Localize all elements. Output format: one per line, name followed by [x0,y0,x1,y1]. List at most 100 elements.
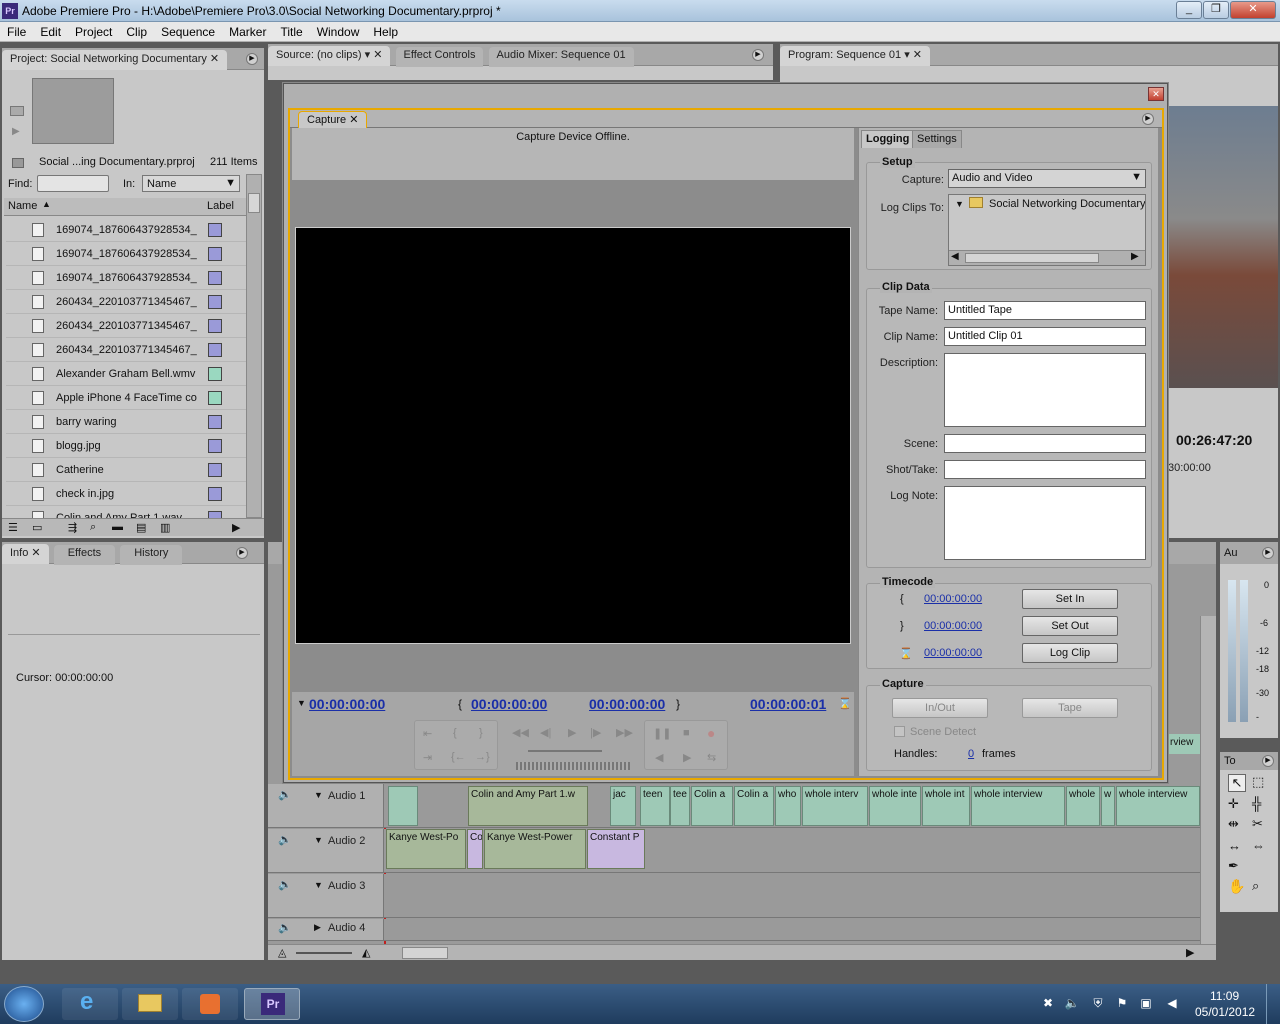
label-color-swatch[interactable] [208,415,222,429]
delete-icon[interactable]: ▥ [160,521,170,534]
automate-icon[interactable]: ⇶ [68,521,77,534]
play-icon[interactable]: ▶ [12,126,20,137]
tab-settings[interactable]: Settings [912,130,962,148]
record-icon[interactable]: ● [707,725,715,741]
pause-icon[interactable]: ❚❚ [653,727,671,740]
tab-effect-controls[interactable]: Effect Controls [395,47,484,67]
scene-search-icon[interactable]: ⇆ [707,751,716,764]
zoom-in-icon[interactable]: ◭ [362,946,370,959]
premiere-taskbar-icon[interactable]: Pr [244,988,300,1020]
jog-control[interactable] [516,762,630,770]
timeline-clip[interactable]: teen [640,786,670,826]
rate-stretch-tool-icon[interactable]: ⇹ [1228,816,1239,832]
step-back-icon[interactable]: ◀| [540,726,551,739]
timeline-clip[interactable]: whole interv [802,786,868,826]
rewind-icon[interactable]: ◀◀ [512,726,529,739]
panel-menu-icon[interactable]: ▶ [236,547,248,559]
current-timecode[interactable]: 00:00:00:00 [309,696,385,712]
project-item-row[interactable]: Apple iPhone 4 FaceTime co [6,386,246,410]
menu-edit[interactable]: Edit [33,22,68,39]
new-item-icon[interactable]: ▤ [136,521,146,534]
menu-clip[interactable]: Clip [119,22,154,39]
set-in-button[interactable]: Set In [1022,589,1118,609]
label-color-swatch[interactable] [208,463,222,477]
speaker-icon[interactable]: 🔈 [278,921,292,934]
tray-security-icon[interactable]: ⛨ [1090,996,1106,1012]
tab-project[interactable]: Project: Social Networking Documentary ✕ [2,50,228,70]
set-out-icon[interactable]: ⇥ [423,751,432,764]
zoom-out-icon[interactable]: ◬ [278,946,286,959]
chevron-down-icon[interactable]: ▾ [365,49,371,61]
sort-ascending-icon[interactable]: ▲ [42,199,51,209]
timeline-scroll-thumb[interactable] [402,947,448,959]
close-icon[interactable]: ✕ [913,49,922,61]
capture-type-select[interactable]: Audio and Video ▼ [948,169,1146,188]
start-button[interactable] [4,986,44,1022]
label-color-swatch[interactable] [208,295,222,309]
expand-triangle-icon[interactable]: ▼ [314,880,323,890]
timeline-clip[interactable]: Colin and Amy Part 1.w [468,786,588,826]
label-color-swatch[interactable] [208,319,222,333]
menu-sequence[interactable]: Sequence [154,22,222,39]
slow-reverse-icon[interactable]: ◀ [655,751,663,764]
timeline-clip[interactable]: who [775,786,801,826]
timeline-clip[interactable]: Kanye West-Power [484,829,586,869]
slide-tool-icon[interactable]: ⇔ [1252,838,1265,853]
menu-marker[interactable]: Marker [222,22,273,39]
expand-triangle-icon[interactable]: ▼ [955,199,964,209]
shot-take-field[interactable] [944,460,1146,479]
shuttle-slider[interactable] [528,750,602,752]
label-color-swatch[interactable] [208,223,222,237]
label-color-swatch[interactable] [208,487,222,501]
slip-tool-icon[interactable]: ↔ [1228,838,1241,853]
minimize-button[interactable]: _ [1176,1,1202,19]
close-icon[interactable]: ✕ [373,49,382,61]
tab-capture[interactable]: Capture ✕ [298,111,368,128]
tab-program[interactable]: Program: Sequence 01 ▾ ✕ [780,46,931,66]
find-input[interactable] [37,175,109,192]
log-bin-hscroll[interactable]: ◀ ▶ [949,250,1145,265]
project-item-row[interactable]: 169074_187606437928534_ [6,266,246,290]
capture-close-button[interactable]: ✕ [1148,87,1164,101]
tray-flag-icon[interactable]: ⚑ [1114,996,1130,1012]
timeline-clip[interactable]: whole interview [971,786,1065,826]
menu-window[interactable]: Window [310,22,367,39]
zoom-tool-icon[interactable]: ⌕ [1252,878,1259,894]
clock-time[interactable]: 11:09 [1210,989,1239,1003]
list-view-icon[interactable]: ☰ [8,521,18,534]
timeline-clip[interactable]: Constant P [587,829,645,869]
close-button[interactable]: ✕ [1230,1,1276,19]
duration-timecode[interactable]: 00:00:00:01 [750,696,826,712]
capture-tape-button[interactable]: Tape [1022,698,1118,718]
description-field[interactable] [944,353,1146,427]
find-icon[interactable]: ⌕ [90,521,96,534]
zoom-slider[interactable] [296,952,352,954]
maximize-button[interactable]: ❐ [1203,1,1229,19]
mark-in-icon[interactable]: { [453,727,457,739]
selection-tool-icon[interactable]: ↖ [1228,774,1246,792]
close-icon[interactable]: ✕ [31,547,40,559]
timecode-duration[interactable]: 00:00:00:00 [924,647,982,659]
label-color-swatch[interactable] [208,247,222,261]
mark-out-icon[interactable]: } [479,727,483,739]
pen-tool-icon[interactable]: ✒ [1228,858,1239,874]
project-item-row[interactable]: 169074_187606437928534_ [6,242,246,266]
in-point-timecode[interactable]: 00:00:00:00 [471,696,547,712]
internet-explorer-icon[interactable]: e [62,988,118,1020]
close-icon[interactable]: ✕ [349,114,358,126]
clip-name-field[interactable]: Untitled Clip 01 [944,327,1146,346]
label-color-swatch[interactable] [208,343,222,357]
poster-frame-icon[interactable] [10,106,24,116]
panel-menu-icon[interactable]: ▶ [1262,547,1274,559]
tape-name-field[interactable]: Untitled Tape [944,301,1146,320]
panel-menu-icon[interactable]: ▶ [246,53,258,65]
log-note-field[interactable] [944,486,1146,560]
capture-in-out-button[interactable]: In/Out [892,698,988,718]
panel-menu-icon[interactable]: ▶ [1142,113,1154,125]
label-color-swatch[interactable] [208,367,222,381]
tab-source[interactable]: Source: (no clips) ▾ ✕ [268,46,391,66]
rolling-edit-tool-icon[interactable]: ╬ [1252,796,1261,811]
timeline-clip[interactable]: Co [467,829,483,869]
scroll-thumb[interactable] [248,193,260,213]
tab-effects[interactable]: Effects [53,545,116,565]
